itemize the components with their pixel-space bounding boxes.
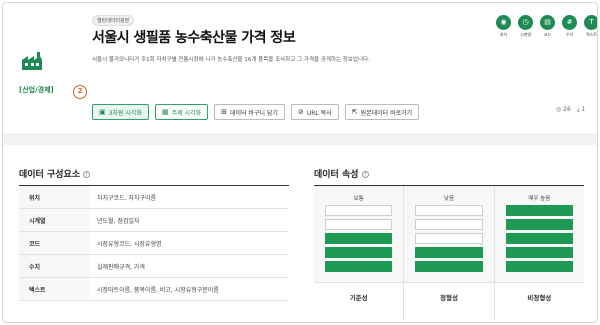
attributes-title: 데이터 속성? bbox=[314, 167, 369, 180]
level-bar bbox=[415, 247, 483, 258]
data-type-icons: ◉ 위치 ◷ 시계열 ▤ 코드 # 수치 T 텍스트 bbox=[494, 15, 597, 38]
level-bar bbox=[505, 247, 573, 258]
number-icon: # bbox=[562, 15, 577, 30]
help-icon[interactable]: ? bbox=[361, 171, 369, 178]
action-bar: ▣ 3차원 시각화 ▦ 주제 시각화 ⊞ 데이터 바구니 담기 ⊘ URL 복사… bbox=[92, 104, 420, 120]
level-bar bbox=[325, 233, 393, 244]
row-key: 코드 bbox=[19, 231, 89, 255]
download-count: ⤓ 1 bbox=[576, 106, 586, 113]
step-badge: 2 bbox=[73, 85, 87, 99]
attribute-column: 매우 높음 비정형성 bbox=[494, 186, 584, 321]
type-text[interactable]: T 텍스트 bbox=[582, 15, 597, 38]
row-value: 년도월, 점검일자 bbox=[89, 208, 289, 232]
page-title: 서울시 생필품 농수축산물 가격 정보 bbox=[92, 30, 296, 46]
row-value: 실제판매규격, 가격 bbox=[89, 254, 289, 278]
help-icon[interactable]: ? bbox=[83, 171, 91, 178]
attribute-level: 보통 bbox=[353, 196, 364, 202]
view-count: ◎ 26 bbox=[556, 106, 571, 113]
link-icon: ⊘ bbox=[297, 108, 304, 116]
level-bar bbox=[415, 233, 483, 244]
level-bar bbox=[325, 205, 393, 216]
level-bar bbox=[325, 219, 393, 230]
table-row: 코드 시장유형코드, 시장유형명 bbox=[19, 231, 289, 255]
attribute-level: 낮음 bbox=[443, 196, 455, 202]
dataset-description: 서울시 물가모니터가 주1회 자치구별 전통시장에 나가 농수축산물 16개 품… bbox=[92, 57, 370, 63]
type-timeseries[interactable]: ◷ 시계열 bbox=[516, 15, 535, 38]
attributes-panel: 보통 기준성 낮음 정형성 매우 높음 비정형성 bbox=[314, 185, 584, 321]
level-bar bbox=[415, 261, 483, 272]
category-label: [산업/경제] bbox=[19, 86, 54, 94]
section-divider bbox=[3, 133, 597, 145]
table-row: 위치 자치구코드, 자치구이름 bbox=[19, 185, 289, 209]
source-tag: 열린데이터광장 bbox=[92, 15, 135, 26]
basket-icon: ⊞ bbox=[221, 108, 227, 116]
level-bars bbox=[415, 205, 483, 272]
go-to-source-button[interactable]: ⇱ 원본데이터 바로가기 bbox=[344, 104, 420, 120]
clock-icon: ◷ bbox=[518, 15, 533, 30]
copy-url-button[interactable]: ⊘ URL 복사 bbox=[290, 104, 339, 120]
table-row: 텍스트 시장마트이름, 품목이름, 비고, 시장유형구분이름 bbox=[19, 277, 289, 301]
row-key: 수치 bbox=[19, 254, 89, 278]
type-location[interactable]: ◉ 위치 bbox=[494, 15, 513, 38]
row-key: 위치 bbox=[19, 185, 89, 209]
level-bars bbox=[505, 205, 573, 272]
row-value: 자치구코드, 자치구이름 bbox=[89, 185, 289, 209]
factory-icon bbox=[22, 52, 42, 70]
components-title: 데이터 구성요소? bbox=[19, 167, 91, 180]
attribute-label: 기준성 bbox=[314, 282, 404, 321]
type-code[interactable]: ▤ 코드 bbox=[538, 15, 557, 38]
3d-visualization-button[interactable]: ▣ 3차원 시각화 bbox=[92, 104, 149, 120]
external-icon: ⇱ bbox=[351, 108, 358, 116]
row-key: 텍스트 bbox=[19, 277, 89, 301]
text-icon: T bbox=[584, 15, 597, 30]
level-bar bbox=[505, 261, 573, 272]
download-icon: ⤓ bbox=[576, 106, 580, 113]
level-bar bbox=[325, 247, 393, 258]
components-table: 위치 자치구코드, 자치구이름 시계열 년도월, 점검일자 코드 시장유형코드, 시장… bbox=[19, 185, 289, 301]
attribute-column: 보통 기준성 bbox=[314, 186, 405, 321]
row-key: 시계열 bbox=[19, 208, 89, 232]
dataset-page: [산업/경제] 열린데이터광장 서울시 생필품 농수축산물 가격 정보 서울시 … bbox=[2, 2, 598, 323]
add-to-basket-button[interactable]: ⊞ 데이터 바구니 담기 bbox=[214, 104, 285, 120]
level-bar bbox=[325, 261, 393, 272]
level-bar bbox=[415, 219, 483, 230]
row-value: 시장유형코드, 시장유형명 bbox=[89, 231, 289, 255]
dataset-header: [산업/경제] 열린데이터광장 서울시 생필품 농수축산물 가격 정보 서울시 … bbox=[3, 3, 597, 133]
attribute-label: 비정형성 bbox=[494, 282, 584, 321]
eye-icon: ◎ bbox=[556, 106, 562, 113]
level-bar bbox=[505, 219, 573, 230]
attribute-column: 낮음 정형성 bbox=[404, 186, 495, 321]
topic-visualization-button[interactable]: ▦ 주제 시각화 bbox=[154, 104, 209, 120]
location-icon: ◉ bbox=[496, 15, 511, 30]
type-number[interactable]: # 수치 bbox=[560, 15, 579, 38]
level-bars bbox=[325, 205, 393, 272]
code-icon: ▤ bbox=[540, 15, 555, 30]
attribute-level: 매우 높음 bbox=[528, 196, 551, 202]
dataset-stats: ◎ 26 ⤓ 1 bbox=[556, 106, 585, 114]
table-row: 시계열 년도월, 점검일자 bbox=[19, 208, 289, 232]
chart-icon: ▦ bbox=[161, 108, 169, 116]
cube-icon: ▣ bbox=[99, 108, 106, 116]
level-bar bbox=[505, 205, 573, 216]
level-bar bbox=[505, 233, 573, 244]
attribute-label: 정형성 bbox=[404, 282, 494, 321]
level-bar bbox=[415, 205, 483, 216]
row-value: 시장마트이름, 품목이름, 비고, 시장유형구분이름 bbox=[89, 277, 289, 301]
table-row: 수치 실제판매규격, 가격 bbox=[19, 254, 289, 278]
